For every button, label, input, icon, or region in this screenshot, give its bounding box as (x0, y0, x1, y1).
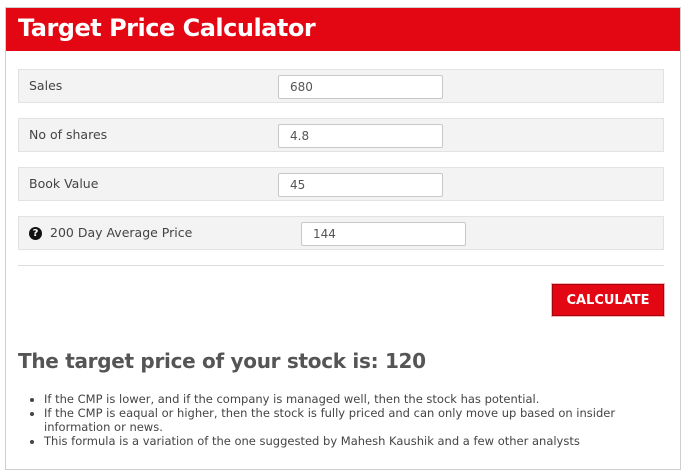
book-value-input[interactable] (278, 173, 443, 197)
list-item: If the CMP is eaqual or higher, then the… (44, 406, 654, 434)
list-item: If the CMP is lower, and if the company … (44, 392, 654, 406)
question-circle-icon[interactable]: ? (29, 227, 42, 240)
calculator-card: Target Price Calculator Sales No of shar… (5, 7, 681, 470)
result-text: The target price of your stock is: 120 (18, 349, 426, 373)
page-title: Target Price Calculator (18, 14, 316, 42)
avg-price-input[interactable] (301, 222, 466, 246)
avg-price-label: 200 Day Average Price (50, 225, 193, 240)
header-bar: Target Price Calculator (6, 8, 680, 51)
sales-row: Sales (18, 69, 664, 103)
notes-list: If the CMP is lower, and if the company … (30, 392, 654, 448)
sales-input[interactable] (278, 75, 443, 99)
book-value-row: Book Value (18, 167, 664, 201)
book-value-label: Book Value (29, 176, 99, 191)
sales-label: Sales (29, 78, 63, 93)
shares-input[interactable] (278, 124, 443, 148)
divider (18, 265, 664, 266)
avg-price-row: ? 200 Day Average Price (18, 216, 664, 250)
shares-row: No of shares (18, 118, 664, 152)
list-item: This formula is a variation of the one s… (44, 434, 654, 448)
calculate-button[interactable]: CALCULATE (552, 284, 664, 316)
shares-label: No of shares (29, 127, 108, 142)
